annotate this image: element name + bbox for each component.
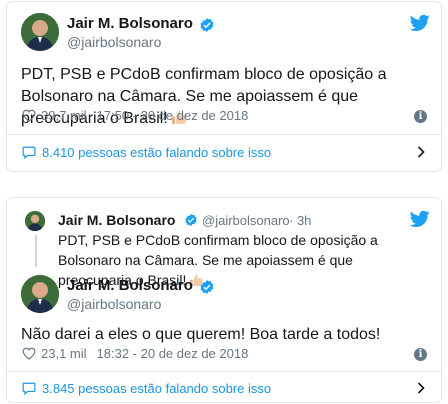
tweet-card-2: Jair M. Bolsonaro @jairbolsonaro · 3h PD…	[6, 197, 442, 403]
verified-badge-icon	[200, 280, 214, 294]
divider	[7, 134, 441, 135]
chevron-right-icon[interactable]	[417, 382, 425, 394]
author-name[interactable]: Jair M. Bolsonaro	[67, 277, 193, 294]
info-icon[interactable]: i	[414, 348, 427, 361]
divider	[7, 371, 441, 372]
heart-icon[interactable]	[22, 347, 36, 360]
conversation-link[interactable]: 8.410 pessoas estão falando sobre isso	[22, 145, 271, 160]
like-count[interactable]: 39,7 mil	[41, 108, 87, 123]
conversation-link-text[interactable]: 3.845 pessoas estão falando sobre isso	[42, 381, 271, 396]
chevron-right-icon[interactable]	[417, 146, 425, 158]
twitter-bird-icon[interactable]	[410, 14, 430, 32]
timestamp[interactable]: 17:50 - 20 de dez de 2018	[97, 108, 249, 123]
quoted-tweet-age[interactable]: · 3h	[289, 213, 311, 228]
heart-icon[interactable]	[22, 109, 36, 122]
quoted-author-avatar[interactable]	[25, 211, 45, 231]
speech-bubble-icon	[22, 382, 36, 395]
author-handle[interactable]: @jairbolsonaro	[67, 34, 161, 50]
info-icon[interactable]: i	[414, 110, 427, 123]
author-handle[interactable]: @jairbolsonaro	[67, 296, 161, 312]
tweet-text: Não darei a eles o que querem! Boa tarde…	[21, 326, 381, 343]
like-count[interactable]: 23,1 mil	[41, 346, 87, 361]
author-avatar[interactable]	[21, 275, 59, 313]
quoted-author-handle[interactable]: @jairbolsonaro	[202, 213, 290, 228]
speech-bubble-icon	[22, 146, 36, 159]
tweet-card-1: Jair M. Bolsonaro @jairbolsonaro PDT, PS…	[6, 1, 442, 172]
quoted-author-name[interactable]: Jair M. Bolsonaro	[58, 212, 175, 228]
verified-badge-icon	[200, 18, 214, 32]
twitter-bird-icon[interactable]	[410, 210, 430, 228]
timestamp[interactable]: 18:32 - 20 de dez de 2018	[97, 346, 249, 361]
author-avatar[interactable]	[21, 13, 59, 51]
tweet-meta: 23,1 mil 18:32 - 20 de dez de 2018	[22, 346, 248, 361]
verified-badge-icon	[185, 213, 197, 227]
tweet-meta: 39,7 mil 17:50 - 20 de dez de 2018	[22, 108, 248, 123]
conversation-link[interactable]: 3.845 pessoas estão falando sobre isso	[22, 381, 271, 396]
thread-line	[35, 235, 37, 267]
conversation-link-text[interactable]: 8.410 pessoas estão falando sobre isso	[42, 145, 271, 160]
author-name[interactable]: Jair M. Bolsonaro	[67, 15, 193, 32]
